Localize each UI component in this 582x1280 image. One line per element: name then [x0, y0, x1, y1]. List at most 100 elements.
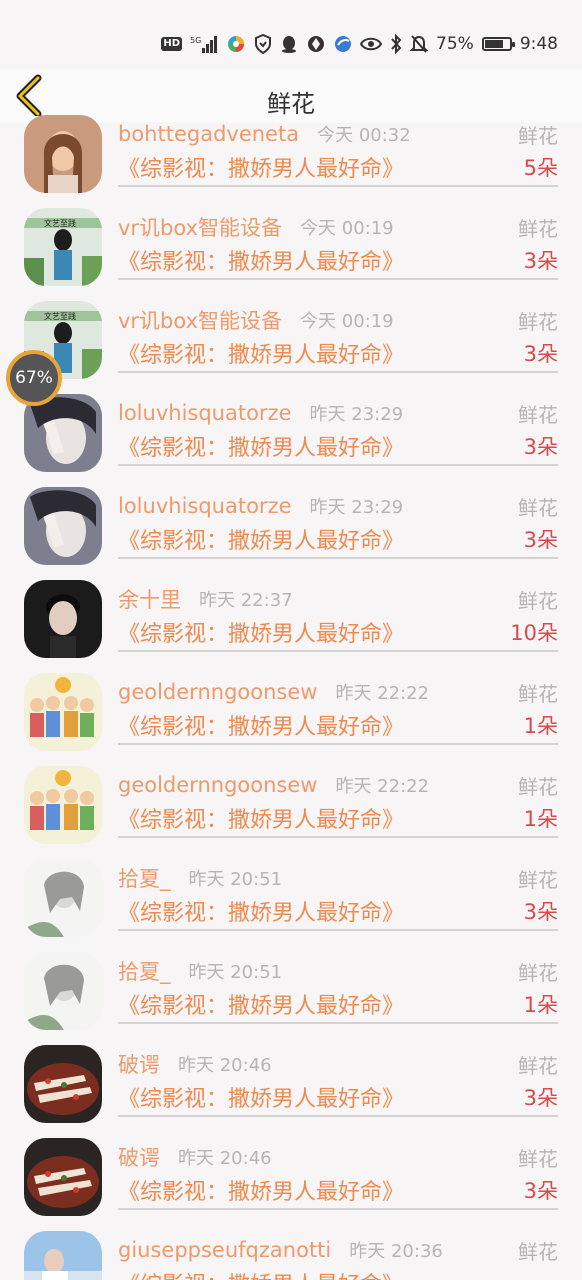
book-title[interactable]: 《综影视：撒娇男人最好命》 [118, 988, 404, 1020]
user-name[interactable]: 余十里 [118, 584, 181, 614]
avatar[interactable] [24, 673, 102, 751]
user-name[interactable]: 破谔 [118, 1049, 160, 1079]
book-title[interactable]: 《综影视：撒娇男人最好命》 [118, 523, 404, 555]
svg-text:5G: 5G [190, 36, 201, 45]
shield-icon [254, 34, 272, 54]
gift-list-item[interactable]: 余十里 昨天 22:37 鲜花《综影视：撒娇男人最好命》 10朵 [0, 572, 582, 665]
avatar[interactable] [24, 859, 102, 937]
user-name[interactable]: vr讥box智能设备 [118, 212, 282, 242]
gift-time: 昨天 22:37 [199, 590, 293, 611]
status-bar: HD 5G 75% 9:48 [0, 0, 582, 70]
user-name[interactable]: giuseppseufqzanotti [118, 1238, 331, 1262]
gift-time: 昨天 20:51 [188, 869, 283, 890]
gift-list-item[interactable]: 破谔 昨天 20:46 鲜花 《综影视：撒娇男人最好命》 3朵 [0, 1037, 582, 1130]
avatar[interactable] [24, 115, 102, 193]
bluetooth-icon [390, 34, 402, 54]
flower-count: 1朵 [523, 993, 558, 1017]
svg-text:文艺至践: 文艺至践 [44, 218, 76, 228]
gift-type-label: 鲜花 [518, 1239, 558, 1264]
avatar[interactable] [24, 1231, 102, 1280]
avatar[interactable] [24, 1138, 102, 1216]
gift-list-item[interactable]: 破谔 昨天 20:46 鲜花 《综影视：撒娇男人最好命》 3朵 [0, 1130, 582, 1223]
user-name[interactable]: bohttegadveneta [118, 122, 299, 146]
book-title[interactable]: 《综影视：撒娇男人最好命》 [118, 430, 404, 462]
avatar[interactable] [24, 766, 102, 844]
book-title[interactable]: 《综影视：撒娇男人最好命》 [118, 895, 404, 927]
avatar[interactable] [24, 487, 102, 565]
gift-type-label: 鲜花 [518, 1146, 558, 1171]
gift-detail: 《综影视：撒娇男人最好命》 5朵 [118, 155, 558, 187]
qq-icon [280, 34, 298, 54]
app-notification-icon [226, 34, 246, 54]
gift-list: bohttegadveneta 今天 00:32 鲜花 《综影视：撒娇男人最好命》 5朵… [0, 110, 582, 1280]
gift-list-item[interactable]: 拾夏_ 昨天 20:51 鲜花《综影视：撒娇男人最好命》 1朵 [0, 944, 582, 1037]
book-title[interactable]: 《综影视：撒娇男人最好命》 [118, 616, 404, 648]
avatar[interactable] [24, 1045, 102, 1123]
user-name[interactable]: loluvhisquatorze [118, 401, 292, 425]
gift-list-item[interactable]: 文艺至践 vr讥box智能设备 今天 00:19 鲜花 《综影视：撒娇男人最好命》 3朵 [0, 200, 582, 293]
gift-type-label: 鲜花 [518, 588, 558, 613]
gift-meta: loluvhisquatorze 昨天 23:29 鲜花 [118, 398, 558, 428]
flower-count: 1朵 [523, 714, 558, 738]
book-title[interactable]: 《综影视：撒娇男人最好命》 [118, 1267, 404, 1280]
browser-icon [334, 35, 352, 53]
gift-list-item[interactable]: loluvhisquatorze 昨天 23:29 鲜花 《综影视：撒娇男人最好命》 3… [0, 386, 582, 479]
book-title[interactable]: 《综影视：撒娇男人最好命》 [118, 151, 404, 183]
gift-list-item[interactable]: geoldernngoonsew 昨天 22:22 鲜花《综影视：撒娇男人最好命》 1… [0, 665, 582, 758]
gift-type-label: 鲜花 [518, 681, 558, 706]
gift-detail: 《综影视：撒娇男人最好命》 3朵 [118, 1178, 558, 1210]
gift-time: 昨天 20:51 [188, 962, 283, 983]
gift-time: 昨天 22:22 [335, 683, 430, 704]
book-title[interactable]: 《综影视：撒娇男人最好命》 [118, 709, 404, 741]
gift-list-item[interactable]: bohttegadveneta 今天 00:32 鲜花 《综影视：撒娇男人最好命》 5朵 [0, 110, 582, 200]
user-name[interactable]: 破谔 [118, 1142, 160, 1172]
flower-count: 3朵 [523, 249, 558, 273]
gift-type-label: 鲜花 [518, 774, 558, 799]
user-name[interactable]: 拾夏_ [118, 863, 171, 893]
floating-progress-widget[interactable]: 67% [6, 350, 62, 406]
user-name[interactable]: geoldernngoonsew [118, 773, 317, 797]
gift-detail: 《综影视：撒娇男人最好命》 3朵 [118, 899, 558, 931]
svg-text:文艺至践: 文艺至践 [44, 311, 76, 321]
gift-type-label: 鲜花 [518, 867, 558, 892]
status-icons: HD 5G 75% 9:48 [161, 32, 558, 56]
gift-meta: vr讥box智能设备 今天 00:19 鲜花 [118, 305, 558, 335]
progress-text: 67% [15, 368, 53, 388]
battery-icon [481, 37, 515, 51]
user-name[interactable]: geoldernngoonsew [118, 680, 317, 704]
gift-list-item[interactable]: geoldernngoonsew 昨天 22:22 鲜花 《综影视：撒娇男人最好命》 1… [0, 758, 582, 851]
avatar[interactable] [24, 952, 102, 1030]
gift-meta: 破谔 昨天 20:46 鲜花 [118, 1049, 558, 1079]
gift-detail: 《综影视：撒娇男人最好命》 3朵 [118, 341, 558, 373]
gift-type-label: 鲜花 [518, 960, 558, 985]
gift-detail: 《综影视：撒娇男人最好命》 10朵 [118, 620, 558, 652]
gift-time: 昨天 20:46 [178, 1055, 272, 1076]
gift-type-label: 鲜花 [518, 495, 558, 520]
signal-icon: 5G [190, 34, 218, 54]
user-name[interactable]: 拾夏_ [118, 956, 171, 986]
gift-meta: 余十里 昨天 22:37 鲜花 [118, 584, 558, 614]
gift-detail: 《综影视：撒娇男人最好命》 [118, 1271, 558, 1280]
gift-meta: 拾夏_ 昨天 20:51 鲜花 [118, 863, 558, 893]
user-name[interactable]: vr讥box智能设备 [118, 305, 282, 335]
gift-meta: loluvhisquatorze 昨天 23:29 鲜花 [118, 491, 558, 521]
flower-count: 5朵 [523, 156, 558, 180]
book-title[interactable]: 《综影视：撒娇男人最好命》 [118, 337, 404, 369]
flower-count: 3朵 [523, 1179, 558, 1203]
gift-list-item[interactable]: loluvhisquatorze 昨天 23:29 鲜花《综影视：撒娇男人最好命》 3… [0, 479, 582, 572]
flower-count: 3朵 [523, 528, 558, 552]
user-name[interactable]: loluvhisquatorze [118, 494, 292, 518]
gift-time: 昨天 23:29 [309, 497, 404, 518]
eye-icon [360, 36, 383, 52]
gift-time: 昨天 20:36 [349, 1241, 443, 1262]
gift-time: 昨天 23:29 [309, 404, 404, 425]
book-title[interactable]: 《综影视：撒娇男人最好命》 [118, 1081, 404, 1113]
book-title[interactable]: 《综影视：撒娇男人最好命》 [118, 244, 404, 276]
gift-list-item[interactable]: 拾夏_ 昨天 20:51 鲜花《综影视：撒娇男人最好命》 3朵 [0, 851, 582, 944]
gift-list-item[interactable]: 文艺至践 vr讥box智能设备 今天 00:19 鲜花 《综影视：撒娇男人最好命》 3朵 [0, 293, 582, 386]
book-title[interactable]: 《综影视：撒娇男人最好命》 [118, 1174, 404, 1206]
gift-list-item[interactable]: giuseppseufqzanotti 昨天 20:36 鲜花《综影视：撒娇男人最好… [0, 1223, 582, 1280]
avatar[interactable]: 文艺至践 [24, 208, 102, 286]
book-title[interactable]: 《综影视：撒娇男人最好命》 [118, 802, 404, 834]
avatar[interactable] [24, 580, 102, 658]
